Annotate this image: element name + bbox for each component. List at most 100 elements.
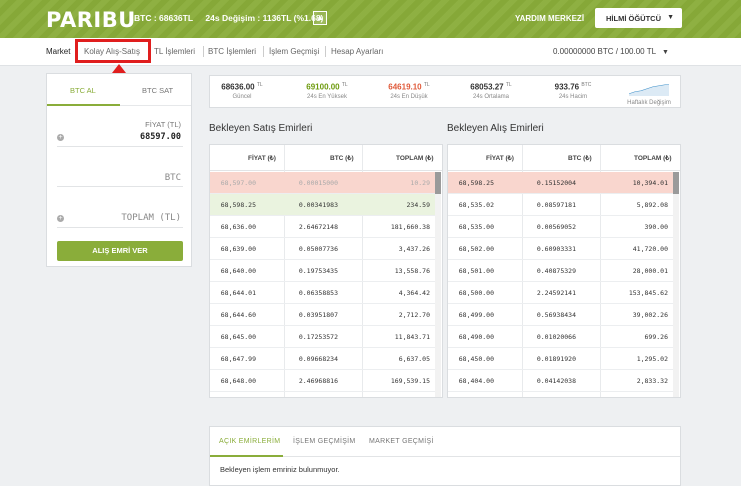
table-row[interactable]: 68,644.01 0.06358853 4,364.42 bbox=[210, 282, 436, 304]
market-stats: 68636.00 TL Güncel 69100.00 TL 24s En Yü… bbox=[209, 75, 681, 108]
chevron-up-icon[interactable]: ▲ bbox=[313, 11, 327, 25]
cell-price: 68,645.00 bbox=[220, 333, 256, 341]
tab-btc-buy[interactable]: BTC AL bbox=[70, 86, 96, 95]
cell-total: 234.59 bbox=[406, 201, 430, 209]
cell-btc: 2.24592141 bbox=[536, 289, 576, 297]
stat-24h-volume: 933.76 BTC 24s Hacim bbox=[544, 82, 602, 100]
stat-label: Haftalık Değişim bbox=[627, 100, 671, 106]
table-row[interactable]: 68,649.000.01423520977.23 bbox=[210, 392, 436, 397]
cell-price: 68,502.00 bbox=[458, 245, 494, 253]
cell-btc: 0.09668234 bbox=[298, 355, 338, 363]
chevron-down-icon: ▼ bbox=[662, 49, 669, 56]
cell-btc: 0.40875329 bbox=[536, 267, 576, 275]
price-input[interactable]: 68597.00 bbox=[140, 132, 181, 142]
table-row[interactable]: 68,490.00 0.01020066 699.26 bbox=[448, 326, 674, 348]
table-row[interactable]: 68,500.00 2.24592141 153,845.62 bbox=[448, 282, 674, 304]
table-row[interactable]: 68,647.99 0.09668234 6,637.05 bbox=[210, 348, 436, 370]
nav-account-settings[interactable]: Hesap Ayarları bbox=[331, 47, 383, 56]
table-row[interactable]: 68,597.00 0.00015000 10.29 bbox=[210, 172, 436, 194]
cell-total: 2,712.70 bbox=[398, 311, 430, 319]
scrollbar-track[interactable] bbox=[435, 172, 441, 397]
cell-price: 68,648.00 bbox=[220, 377, 256, 385]
tab-btc-sell[interactable]: BTC SAT bbox=[142, 86, 173, 95]
cell-price: 68,450.00 bbox=[458, 355, 494, 363]
scrollbar-track[interactable] bbox=[673, 172, 679, 397]
tab-market-history[interactable]: MARKET GEÇMİŞİ bbox=[369, 438, 434, 445]
scrollbar-thumb[interactable] bbox=[435, 172, 441, 194]
order-tabs: BTC AL BTC SAT bbox=[47, 74, 191, 106]
cell-price: 68,639.00 bbox=[220, 245, 256, 253]
plus-circle-icon[interactable]: + bbox=[57, 134, 64, 141]
help-center-link[interactable]: YARDIM MERKEZİ bbox=[515, 14, 584, 23]
table-row[interactable]: 68,636.00 2.64672148 181,660.38 bbox=[210, 216, 436, 238]
cell-price: 68,490.00 bbox=[458, 333, 494, 341]
weekly-change[interactable]: Haftalık Değişim bbox=[620, 82, 678, 106]
cell-price: 68,499.00 bbox=[458, 311, 494, 319]
cell-btc: 0.00569052 bbox=[536, 223, 576, 231]
stat-label: 24s Ortalama bbox=[472, 93, 509, 100]
total-input[interactable]: TOPLAM (TL) bbox=[121, 213, 181, 223]
table-row[interactable]: 68,499.00 0.56938434 39,002.26 bbox=[448, 304, 674, 326]
table-row[interactable]: 68,598.25 0.00341983 234.59 bbox=[210, 194, 436, 216]
table-row[interactable]: 68,644.60 0.03951807 2,712.70 bbox=[210, 304, 436, 326]
stat-24h-average: 68053.27 TL 24s Ortalama bbox=[462, 82, 520, 100]
cell-total: 28,000.01 bbox=[632, 267, 668, 275]
cell-btc: 0.01020066 bbox=[536, 333, 576, 341]
cell-total: 11,843.71 bbox=[394, 333, 430, 341]
cell-total: 13,558.76 bbox=[394, 267, 430, 275]
column-price: FİYAT (₺) bbox=[248, 155, 276, 162]
table-row[interactable]: 68,639.00 0.05007736 3,437.26 bbox=[210, 238, 436, 260]
active-tab-indicator bbox=[210, 455, 283, 457]
nav-tl-transactions[interactable]: TL İşlemleri bbox=[154, 47, 195, 56]
stat-value: 69100.00 bbox=[306, 82, 340, 92]
empty-orders-message: Bekleyen işlem emriniz bulunmuyor. bbox=[220, 465, 340, 474]
table-row[interactable]: 68,450.00 0.01891920 1,295.02 bbox=[448, 348, 674, 370]
btc-amount-input[interactable]: BTC bbox=[165, 173, 181, 183]
cell-price: 68,636.00 bbox=[220, 223, 256, 231]
price-label: FİYAT (TL) bbox=[145, 120, 181, 129]
place-buy-order-button[interactable]: ALIŞ EMRİ VER bbox=[57, 241, 183, 261]
cell-btc: 0.56938434 bbox=[536, 311, 576, 319]
sparkline-chart bbox=[628, 84, 669, 96]
plus-circle-icon[interactable]: + bbox=[57, 215, 64, 222]
stat-value: 68053.27 bbox=[470, 82, 504, 92]
balance-dropdown[interactable]: 0.00000000 BTC / 100.00 TL ▼ bbox=[553, 47, 669, 56]
cell-total: 10,394.01 bbox=[632, 179, 668, 187]
table-row[interactable]: 68,645.00 0.17253572 11,843.71 bbox=[210, 326, 436, 348]
table-row[interactable]: 68,501.00 0.40875329 28,000.01 bbox=[448, 260, 674, 282]
stat-24h-low: 64619.10 TL 24s En Düşük bbox=[380, 82, 438, 100]
cell-btc: 0.06358853 bbox=[298, 289, 338, 297]
table-row[interactable]: 68,598.25 0.15152004 10,394.01 bbox=[448, 172, 674, 194]
table-header: FİYAT (₺) BTC (₺) TOPLAM (₺) bbox=[210, 145, 442, 171]
table-row[interactable]: 68,535.00 0.00569052 390.00 bbox=[448, 216, 674, 238]
column-total: TOPLAM (₺) bbox=[396, 155, 434, 162]
paribu-logo[interactable]: PARIBU bbox=[46, 8, 136, 32]
nav-separator bbox=[325, 46, 326, 57]
table-row[interactable]: 68,535.02 0.08597181 5,892.08 bbox=[448, 194, 674, 216]
nav-market[interactable]: Market bbox=[46, 47, 70, 56]
table-row[interactable]: 68,640.00 0.19753435 13,558.76 bbox=[210, 260, 436, 282]
cell-btc: 0.15152004 bbox=[536, 179, 576, 187]
stat-unit: TL bbox=[341, 82, 348, 88]
user-menu-button[interactable]: HİLMİ ÖĞÜTCÜ ▼ bbox=[595, 8, 682, 28]
cell-btc: 0.01891920 bbox=[536, 355, 576, 363]
table-row[interactable]: 68,648.00 2.46968816 169,539.15 bbox=[210, 370, 436, 392]
table-row[interactable]: 68,402.010.00146209100.01 bbox=[448, 392, 674, 397]
cell-total: 10.29 bbox=[410, 179, 430, 187]
table-row[interactable]: 68,502.00 0.60903331 41,720.00 bbox=[448, 238, 674, 260]
stat-label: 24s En Düşük bbox=[390, 93, 428, 100]
nav-transaction-history[interactable]: İşlem Geçmişi bbox=[269, 47, 319, 56]
nav-btc-transactions[interactable]: BTC İşlemleri bbox=[208, 47, 256, 56]
cell-price: 68,404.00 bbox=[458, 377, 494, 385]
table-row[interactable]: 68,404.00 0.04142038 2,833.32 bbox=[448, 370, 674, 392]
tab-open-orders[interactable]: AÇIK EMİRLERİM bbox=[219, 438, 280, 445]
stat-unit: TL bbox=[505, 82, 512, 88]
orders-tabs: AÇIK EMİRLERİM İŞLEM GEÇMİŞİM MARKET GEÇ… bbox=[210, 427, 680, 457]
cell-price: 68,500.00 bbox=[458, 289, 494, 297]
tab-my-history[interactable]: İŞLEM GEÇMİŞİM bbox=[293, 438, 356, 445]
stat-value: 68636.00 bbox=[221, 82, 255, 92]
cell-btc: 0.03951807 bbox=[298, 311, 338, 319]
ticker-btc: BTC : 68636TL bbox=[134, 13, 194, 23]
scrollbar-thumb[interactable] bbox=[673, 172, 679, 194]
cell-btc: 0.17253572 bbox=[298, 333, 338, 341]
